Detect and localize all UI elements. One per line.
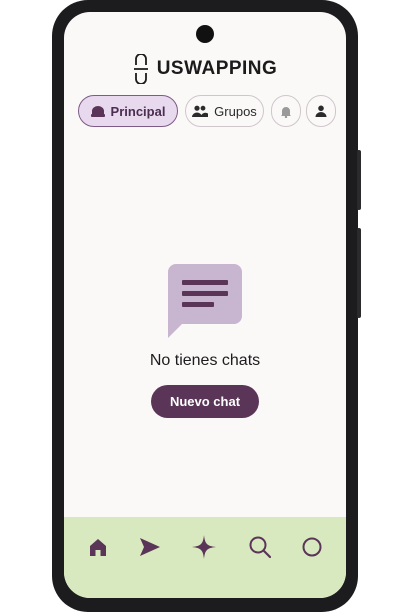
circle-icon <box>302 537 322 557</box>
bottom-navigation <box>64 517 346 598</box>
empty-state: No tienes chats Nuevo chat <box>64 264 346 418</box>
chat-bubble-icon <box>168 264 242 338</box>
volume-button <box>357 228 361 318</box>
group-icon <box>192 105 209 117</box>
new-chat-button[interactable]: Nuevo chat <box>151 385 259 418</box>
home-icon <box>90 539 106 556</box>
tab-principal[interactable]: Principal <box>78 95 178 127</box>
search-icon <box>249 536 271 558</box>
app-header: USWAPPING <box>64 52 346 86</box>
tab-principal-label: Principal <box>110 103 166 119</box>
uswapping-logo-icon <box>133 54 148 84</box>
tab-grupos[interactable]: Grupos <box>185 95 264 127</box>
send-icon <box>140 538 160 556</box>
person-icon <box>315 105 327 117</box>
brand-name: USWAPPING <box>156 58 278 79</box>
nav-home[interactable] <box>84 533 112 561</box>
tab-grupos-label: Grupos <box>214 103 257 119</box>
sparkle-icon <box>192 535 216 559</box>
app-screen: USWAPPING Principal Grupos No tienes cha… <box>64 12 346 598</box>
nav-search[interactable] <box>246 533 274 561</box>
tab-notifications[interactable] <box>271 95 301 127</box>
power-button <box>357 150 361 210</box>
nav-send[interactable] <box>136 533 164 561</box>
tab-profile[interactable] <box>306 95 336 127</box>
nav-profile[interactable] <box>298 533 326 561</box>
bell-icon <box>281 106 291 118</box>
front-camera <box>196 25 214 43</box>
empty-message: No tienes chats <box>149 352 261 369</box>
inbox-icon <box>90 106 105 117</box>
nav-discover[interactable] <box>190 533 218 561</box>
